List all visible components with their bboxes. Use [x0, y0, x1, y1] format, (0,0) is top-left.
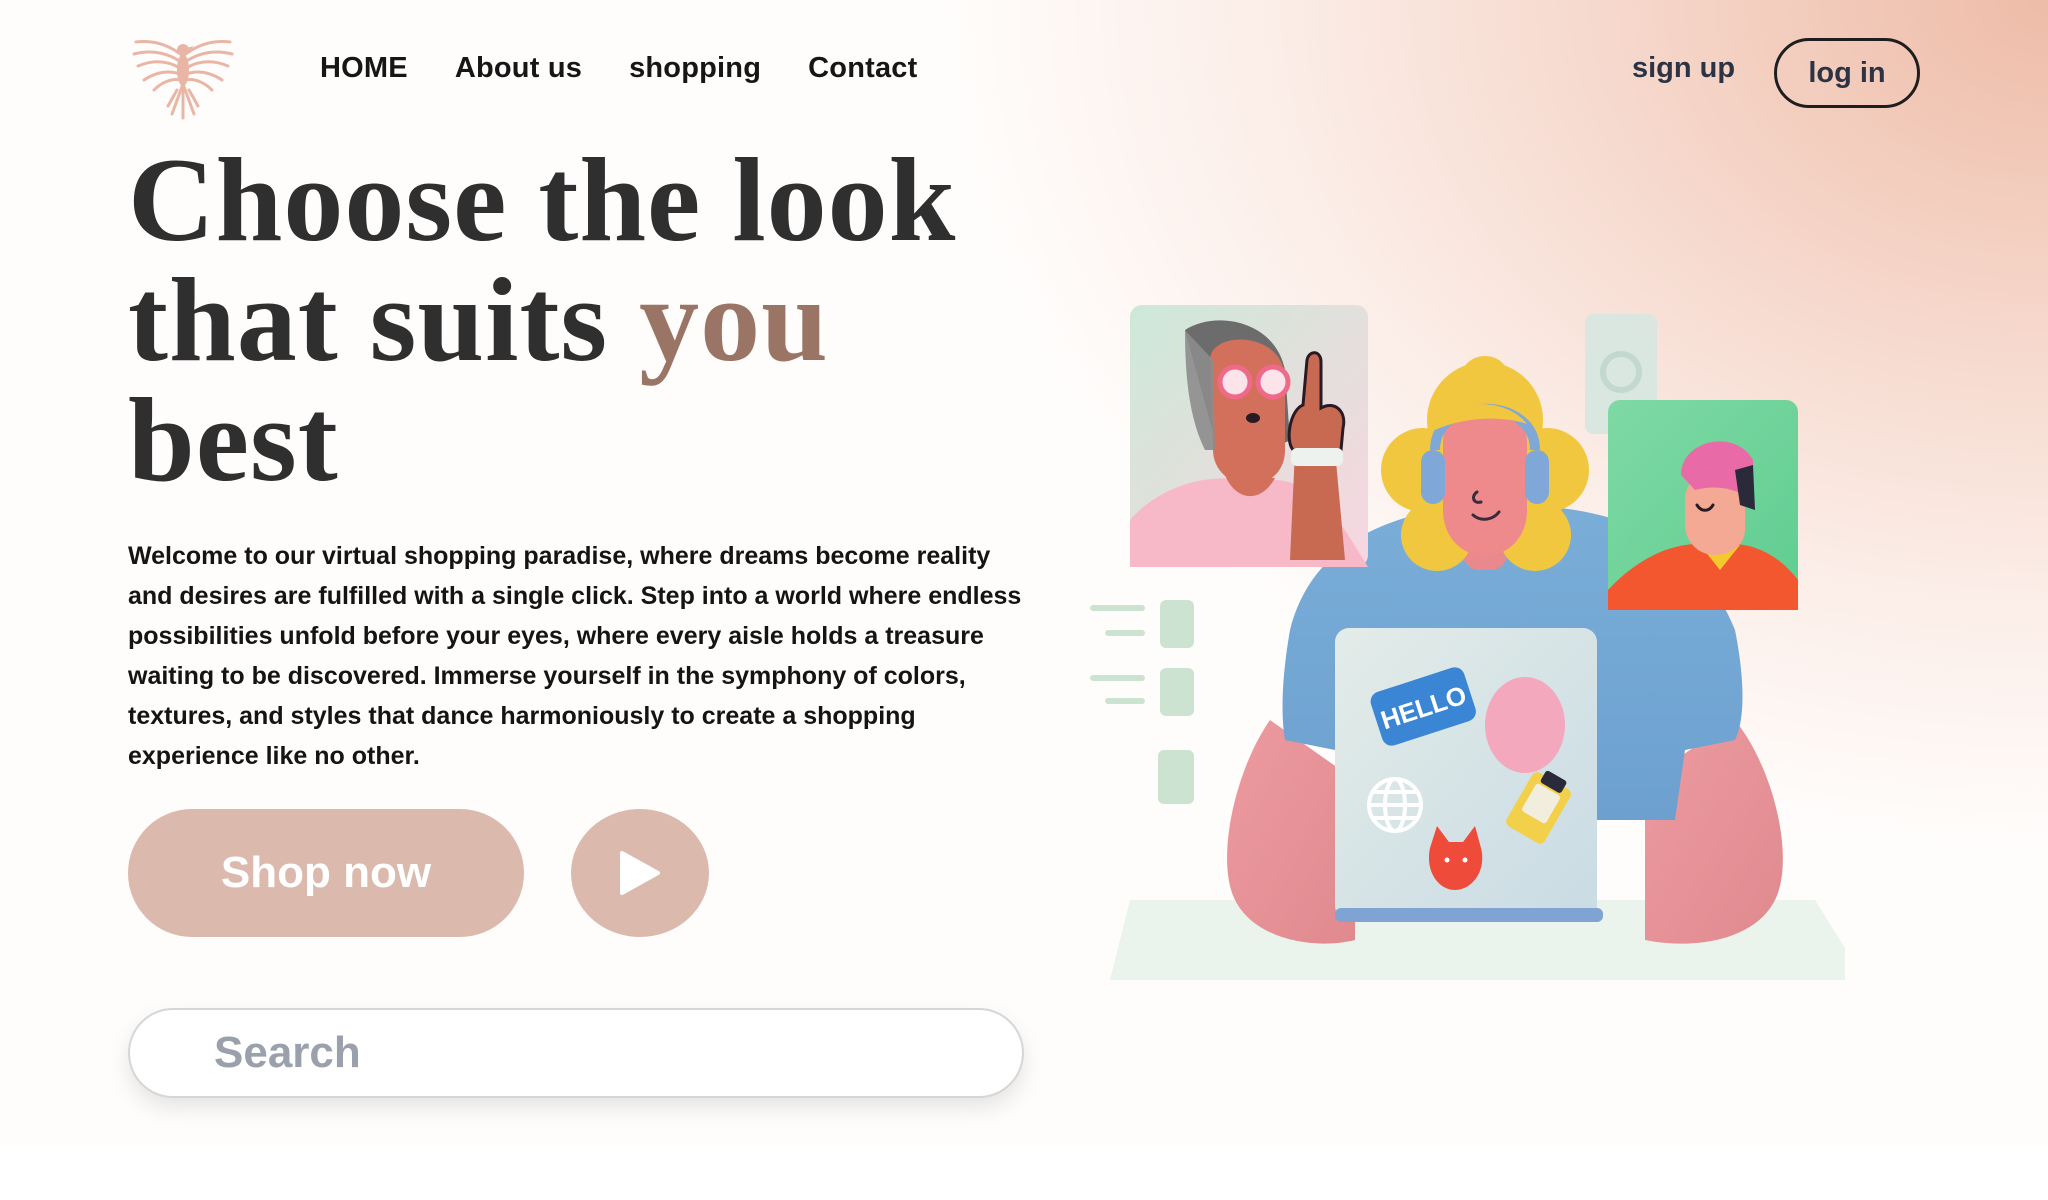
hero-illustration: HELLO [1090, 305, 1845, 980]
headline-line-3: best [128, 373, 339, 506]
main-nav: HOME About us shopping Contact [320, 52, 917, 85]
login-button[interactable]: log in [1774, 38, 1920, 108]
nav-shopping[interactable]: shopping [629, 52, 761, 85]
play-icon [620, 851, 660, 895]
hero-headline: Choose the look that suits you best [128, 140, 1028, 500]
nav-home[interactable]: HOME [320, 52, 408, 85]
play-video-button[interactable] [571, 809, 709, 937]
search-input[interactable] [130, 1010, 1022, 1096]
signup-link[interactable]: sign up [1632, 52, 1735, 85]
nav-about-us[interactable]: About us [455, 52, 582, 85]
shop-now-button[interactable]: Shop now [128, 809, 524, 937]
hero-description: Welcome to our virtual shopping paradise… [128, 542, 1022, 770]
headline-line-2a: that suits [128, 253, 640, 386]
headline-line-1: Choose the look [128, 133, 957, 266]
nav-contact[interactable]: Contact [808, 52, 917, 85]
phoenix-logo-icon[interactable] [128, 26, 238, 122]
search-box [128, 1008, 1024, 1098]
hero-section: HOME About us shopping Contact sign up l… [0, 0, 2048, 1145]
headline-accent-word: you [639, 253, 829, 386]
